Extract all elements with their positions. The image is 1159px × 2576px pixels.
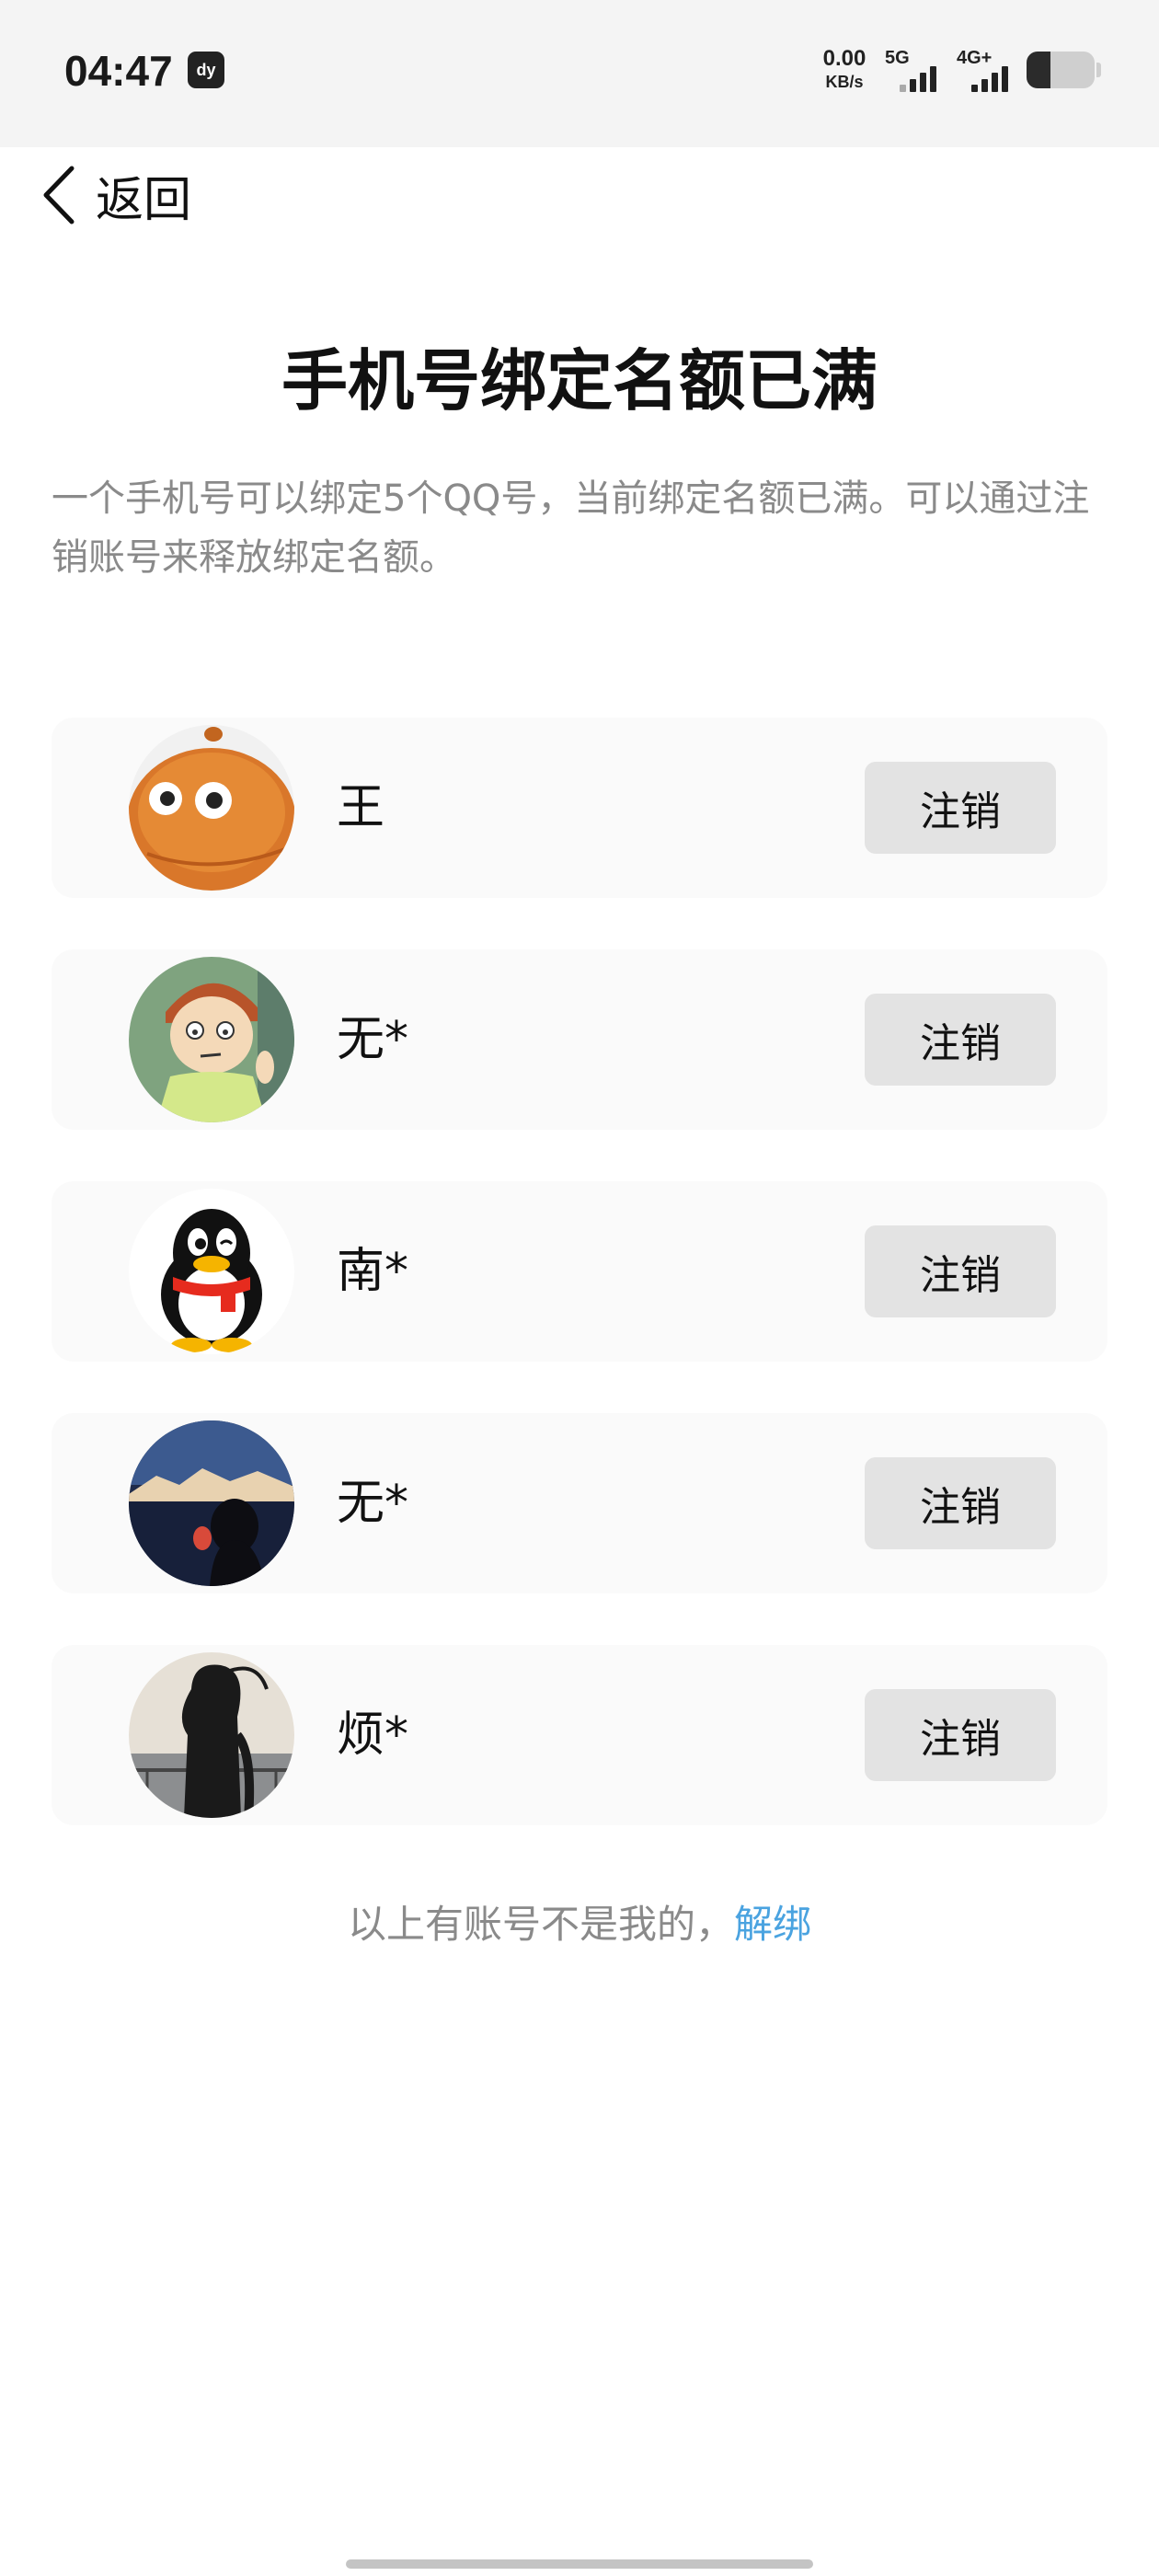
account-name: 无* (337, 1476, 409, 1531)
deregister-button[interactable]: 注销 (865, 762, 1056, 854)
account-name: 烦* (337, 1708, 409, 1763)
account-list: 王 注销 无* 注销 南* 注销 无* 注销 烦* 注销 (52, 718, 1107, 1877)
account-name: 南* (337, 1244, 409, 1299)
unbind-link[interactable]: 解绑 (734, 1902, 811, 1947)
network-speed-unit: KB/s (825, 73, 864, 91)
orange-blob-avatar (129, 725, 294, 891)
account-card: 南* 注销 (52, 1181, 1107, 1362)
app-notification-icon: dy (188, 52, 224, 88)
deregister-button[interactable]: 注销 (865, 994, 1056, 1086)
status-time: 04:47 (64, 47, 173, 95)
network-speed-value: 0.00 (822, 46, 866, 71)
sunset-girl-avatar (129, 1652, 294, 1818)
deregister-button[interactable]: 注销 (865, 1225, 1056, 1317)
account-card: 无* 注销 (52, 1413, 1107, 1593)
deregister-button[interactable]: 注销 (865, 1689, 1056, 1781)
mountain-girl-avatar (129, 1420, 294, 1586)
chevron-left-icon (43, 166, 75, 224)
qq-penguin-avatar (129, 1189, 294, 1354)
battery-icon (1027, 52, 1095, 88)
page-title: 手机号绑定名额已满 (281, 342, 878, 420)
account-card: 王 注销 (52, 718, 1107, 898)
home-indicator[interactable] (346, 2559, 813, 2569)
network-speed: 0.00 KB/s (819, 46, 870, 91)
battery-level-fill (1027, 52, 1050, 88)
description-text: 一个手机号可以绑定5个QQ号，当前绑定名额已满。可以通过注销账号来释放绑定名额。 (52, 477, 1090, 579)
back-button[interactable]: 返回 (40, 158, 191, 232)
unbind-prompt-text: 以上有账号不是我的， (347, 1902, 734, 1947)
account-name: 王 (337, 780, 385, 835)
account-name: 无* (337, 1012, 409, 1067)
account-card: 烦* 注销 (52, 1645, 1107, 1825)
status-bar: 04:47 dy 0.00 KB/s 5G 4G+ (0, 0, 1159, 147)
back-label: 返回 (96, 172, 192, 228)
battery-tip (1096, 63, 1101, 77)
deregister-button[interactable]: 注销 (865, 1457, 1056, 1549)
cartoon-boy-avatar (129, 957, 294, 1122)
unbind-prompt: 以上有账号不是我的，解绑 (0, 1893, 1159, 1949)
account-card: 无* 注销 (52, 949, 1107, 1130)
